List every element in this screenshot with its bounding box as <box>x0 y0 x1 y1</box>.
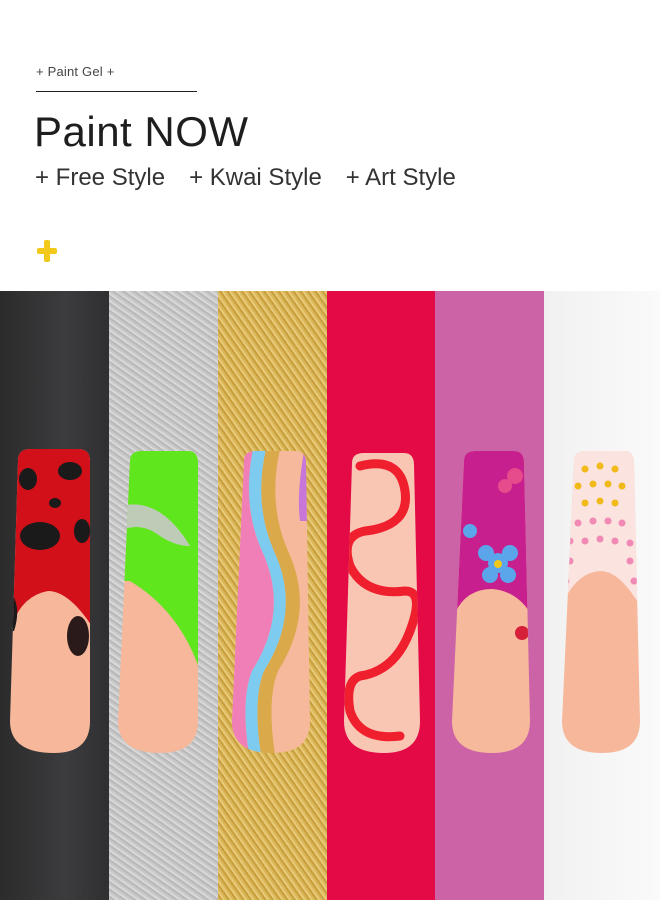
red-swirl-nail <box>344 453 420 753</box>
green-silver-nail <box>118 451 198 753</box>
category-tag: + Paint Gel + <box>36 64 115 79</box>
rainbow-wave-nail <box>232 451 310 753</box>
style-kwai: + Kwai Style <box>189 164 322 191</box>
plus-icon <box>37 240 57 262</box>
polka-dot-nail <box>562 451 640 753</box>
divider <box>36 91 197 92</box>
style-list: + Free Style + Kwai Style + Art Style <box>35 164 456 192</box>
pink-flower-nail <box>452 451 530 753</box>
style-free: + Free Style <box>35 164 166 191</box>
header: + Paint Gel + Paint NOW + Free Style + K… <box>0 0 660 291</box>
nail-showcase <box>10 449 640 753</box>
page-title: Paint NOW <box>34 108 249 155</box>
style-art: + Art Style <box>345 164 456 191</box>
black-red-spot-nail <box>10 449 90 753</box>
